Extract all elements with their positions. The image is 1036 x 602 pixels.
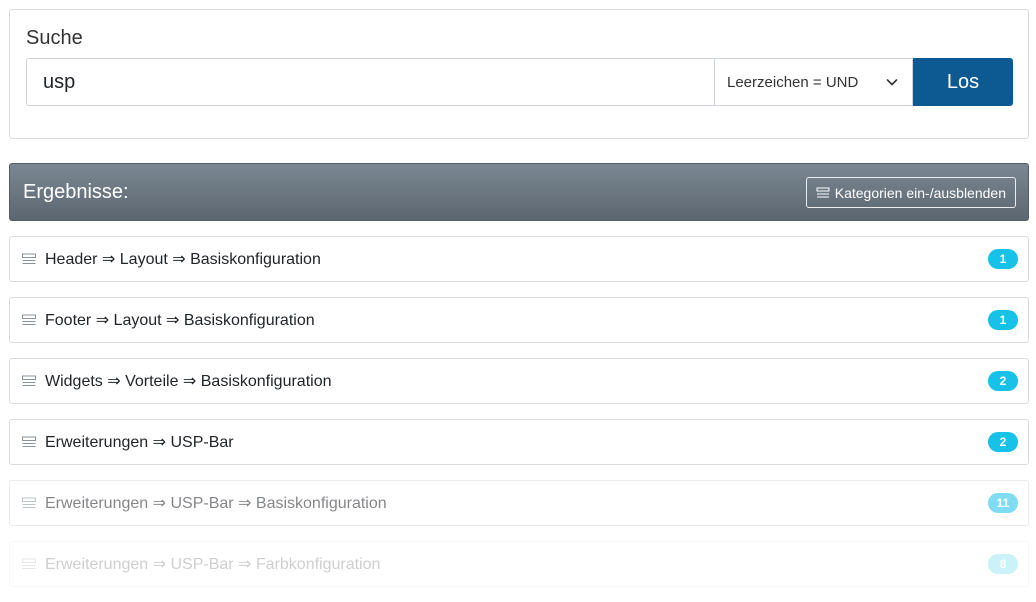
result-item-label: Erweiterungen ⇒ USP-Bar ⇒ Farbkonfigurat… xyxy=(45,556,381,573)
result-count-badge: 8 xyxy=(988,554,1018,574)
result-count-badge: 2 xyxy=(988,432,1018,452)
toggle-categories-button[interactable]: Kategorien ein-/ausblenden xyxy=(805,177,1016,208)
result-count-badge: 1 xyxy=(988,310,1018,330)
search-mode-select[interactable]: Leerzeichen = UND xyxy=(714,58,913,106)
result-count-badge: 1 xyxy=(988,249,1018,269)
search-submit-button[interactable]: Los xyxy=(913,58,1013,106)
list-toggle-icon xyxy=(22,497,36,508)
result-item[interactable]: Erweiterungen ⇒ USP-Bar 2 xyxy=(9,419,1029,465)
search-panel: Suche Leerzeichen = UND Los xyxy=(9,9,1029,139)
toggle-categories-label: Kategorien ein-/ausblenden xyxy=(834,184,1006,201)
results-title: Ergebnisse: xyxy=(23,181,129,203)
result-item[interactable]: Erweiterungen ⇒ USP-Bar ⇒ Basiskonfigura… xyxy=(9,480,1029,526)
chevron-down-icon xyxy=(886,79,898,86)
search-title: Suche xyxy=(26,27,83,49)
search-row: Leerzeichen = UND Los xyxy=(26,58,1013,106)
result-item[interactable]: Header ⇒ Layout ⇒ Basiskonfiguration 1 xyxy=(9,236,1029,282)
result-item-label: Header ⇒ Layout ⇒ Basiskonfiguration xyxy=(45,251,321,268)
result-item-label: Erweiterungen ⇒ USP-Bar ⇒ Basiskonfigura… xyxy=(45,495,387,512)
result-item[interactable]: Erweiterungen ⇒ USP-Bar ⇒ Farbkonfigurat… xyxy=(9,541,1029,587)
result-count-badge: 11 xyxy=(988,493,1018,513)
result-item[interactable]: Footer ⇒ Layout ⇒ Basiskonfiguration 1 xyxy=(9,297,1029,343)
search-mode-value: Leerzeichen = UND xyxy=(727,73,859,91)
list-toggle-icon xyxy=(22,314,36,325)
result-item-label: Widgets ⇒ Vorteile ⇒ Basiskonfiguration xyxy=(45,373,332,390)
result-list: Header ⇒ Layout ⇒ Basiskonfiguration 1 F… xyxy=(9,236,1029,602)
result-item-label: Erweiterungen ⇒ USP-Bar xyxy=(45,434,234,451)
list-toggle-icon xyxy=(22,253,36,264)
result-item[interactable]: Widgets ⇒ Vorteile ⇒ Basiskonfiguration … xyxy=(9,358,1029,404)
list-toggle-icon xyxy=(22,436,36,447)
result-count-badge: 2 xyxy=(988,371,1018,391)
search-input[interactable] xyxy=(26,58,714,106)
results-header: Ergebnisse: Kategorien ein-/ausblenden xyxy=(9,163,1029,221)
list-toggle-icon xyxy=(22,375,36,386)
list-toggle-icon xyxy=(816,187,830,197)
result-item-label: Footer ⇒ Layout ⇒ Basiskonfiguration xyxy=(45,312,315,329)
list-toggle-icon xyxy=(22,558,36,569)
